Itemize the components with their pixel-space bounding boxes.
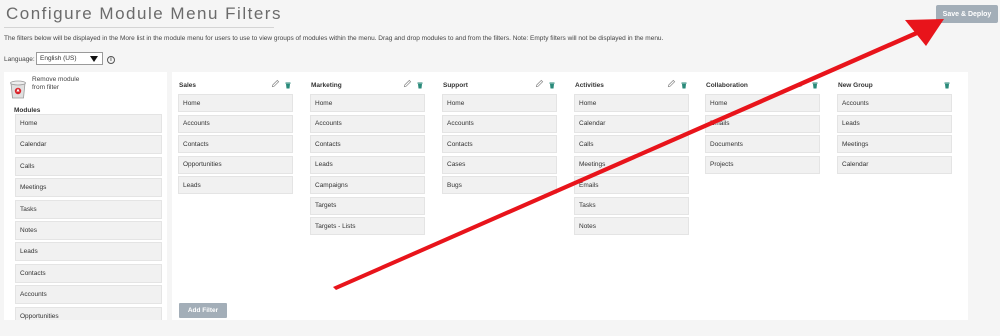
filter-item[interactable]: Calls <box>574 135 689 153</box>
modules-panel: Remove module from filter Modules Home C… <box>4 72 167 320</box>
group-name: New Group <box>838 82 873 89</box>
filter-item[interactable]: Emails <box>705 114 820 133</box>
filter-item[interactable]: Home <box>310 94 425 112</box>
group-item-list: Accounts Leads Meetings Calendar <box>837 94 953 174</box>
edit-pencil-icon[interactable] <box>667 79 676 88</box>
modules-list: Home Calendar Calls Meetings Tasks Notes… <box>15 114 162 320</box>
add-filter-button[interactable]: Add Filter <box>179 303 227 318</box>
module-item[interactable]: Opportunities <box>15 306 162 320</box>
language-select[interactable]: English (US) <box>36 52 103 65</box>
filter-item[interactable]: Meetings <box>837 135 952 153</box>
filter-item[interactable]: Home <box>705 94 820 112</box>
filter-item[interactable]: Documents <box>705 135 820 153</box>
modules-title: Modules <box>14 107 41 114</box>
filter-item[interactable]: Bugs <box>442 176 557 194</box>
filter-item[interactable]: Contacts <box>178 135 293 153</box>
group-name: Marketing <box>311 82 342 89</box>
group-name: Sales <box>179 82 196 89</box>
filter-group-collaboration: Collaboration Home Emails Documents Proj… <box>705 78 821 176</box>
page-title: Configure Module Menu Filters <box>6 4 282 23</box>
filter-item[interactable]: Calendar <box>574 114 689 133</box>
module-item[interactable]: Contacts <box>15 263 162 283</box>
filter-item[interactable]: Cases <box>442 155 557 174</box>
filter-item[interactable]: Calendar <box>837 155 952 174</box>
edit-pencil-icon[interactable] <box>798 79 807 88</box>
delete-icon[interactable] <box>812 82 818 89</box>
filter-group-activities: Activities Home Calendar Calls Meetings … <box>574 78 690 238</box>
filter-group-new-group: New Group Accounts Leads Meetings Calend… <box>837 78 953 176</box>
group-name: Support <box>443 82 468 89</box>
group-item-list: Home Accounts Contacts Leads Campaigns T… <box>310 94 426 235</box>
chevron-down-icon <box>90 56 98 62</box>
edit-pencil-icon[interactable] <box>271 79 280 88</box>
filter-item[interactable]: Home <box>178 94 293 112</box>
delete-icon[interactable] <box>285 82 291 89</box>
trash-icon[interactable] <box>8 77 28 99</box>
group-header: Sales <box>178 78 294 92</box>
delete-icon[interactable] <box>681 82 687 89</box>
group-item-list: Home Accounts Contacts Cases Bugs <box>442 94 558 194</box>
filter-item[interactable]: Notes <box>574 217 689 235</box>
edit-pencil-icon[interactable] <box>535 79 544 88</box>
filter-item[interactable]: Accounts <box>837 94 952 112</box>
filter-item[interactable]: Home <box>574 94 689 112</box>
info-icon[interactable]: i <box>107 56 115 64</box>
group-name: Collaboration <box>706 82 748 89</box>
filter-item[interactable]: Accounts <box>178 114 293 133</box>
module-item[interactable]: Meetings <box>15 178 162 198</box>
filter-item[interactable]: Leads <box>310 155 425 174</box>
filter-item[interactable]: Targets <box>310 196 425 215</box>
group-item-list: Home Emails Documents Projects <box>705 94 821 174</box>
module-item[interactable]: Calls <box>15 156 162 176</box>
edit-pencil-icon[interactable] <box>403 79 412 88</box>
filter-group-sales: Sales Home Accounts Contacts Opportuniti… <box>178 78 294 197</box>
module-item[interactable]: Home <box>15 114 162 133</box>
group-item-list: Home Accounts Contacts Opportunities Lea… <box>178 94 294 194</box>
remove-module-label: Remove module from filter <box>32 76 79 92</box>
filter-item[interactable]: Accounts <box>442 114 557 133</box>
delete-icon[interactable] <box>944 82 950 89</box>
group-name: Activities <box>575 82 604 89</box>
filter-item[interactable]: Accounts <box>310 114 425 133</box>
filter-item[interactable]: Leads <box>178 176 293 194</box>
title-divider <box>4 27 274 28</box>
group-header: New Group <box>837 78 953 92</box>
group-header: Marketing <box>310 78 426 92</box>
group-header: Activities <box>574 78 690 92</box>
remove-module-label-line1: Remove module <box>32 76 80 83</box>
delete-icon[interactable] <box>417 82 423 89</box>
language-label: Language: <box>4 56 35 63</box>
group-item-list: Home Calendar Calls Meetings Emails Task… <box>574 94 690 235</box>
filter-item[interactable]: Targets - Lists <box>310 217 425 235</box>
module-item[interactable]: Notes <box>15 220 162 240</box>
filter-item[interactable]: Contacts <box>310 135 425 153</box>
page-description: The filters below will be displayed in t… <box>4 35 664 42</box>
filter-item[interactable]: Meetings <box>574 155 689 174</box>
delete-icon[interactable] <box>549 82 555 89</box>
filter-item[interactable]: Home <box>442 94 557 112</box>
filter-group-support: Support Home Accounts Contacts Cases Bug… <box>442 78 558 197</box>
group-header: Collaboration <box>705 78 821 92</box>
filter-item[interactable]: Projects <box>705 155 820 174</box>
filter-item[interactable]: Emails <box>574 176 689 194</box>
module-item[interactable]: Calendar <box>15 135 162 155</box>
filter-item[interactable]: Campaigns <box>310 176 425 194</box>
filter-item[interactable]: Opportunities <box>178 155 293 174</box>
remove-module-label-line2: from filter <box>32 84 60 91</box>
filter-item[interactable]: Contacts <box>442 135 557 153</box>
group-header: Support <box>442 78 558 92</box>
filter-group-marketing: Marketing Home Accounts Contacts Leads C… <box>310 78 426 238</box>
module-item[interactable]: Tasks <box>15 199 162 219</box>
save-deploy-button[interactable]: Save & Deploy <box>936 5 998 23</box>
filter-item[interactable]: Leads <box>837 114 952 133</box>
language-selected-value: English (US) <box>40 55 77 62</box>
filter-item[interactable]: Tasks <box>574 196 689 215</box>
filters-area: Sales Home Accounts Contacts Opportuniti… <box>172 72 968 320</box>
module-item[interactable]: Accounts <box>15 285 162 305</box>
module-item[interactable]: Leads <box>15 242 162 262</box>
